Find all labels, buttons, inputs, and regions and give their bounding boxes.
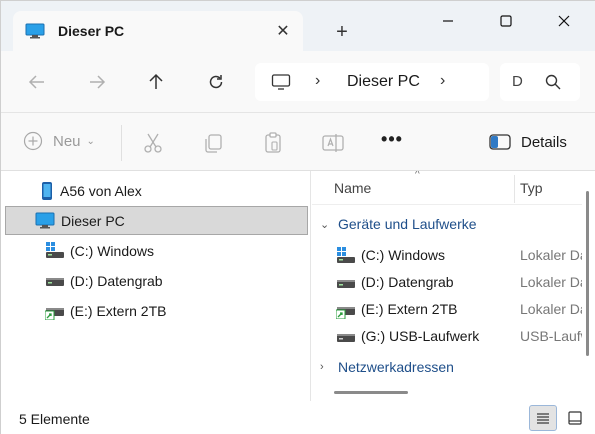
group-header-label: Netzwerkadressen [338,359,454,375]
item-type: Lokaler Datenträger [520,247,582,263]
sidebar-item-e-drive[interactable]: (E:) Extern 2TB [5,296,308,325]
sidebar-item-label: (C:) Windows [70,242,155,259]
windows-drive-icon [337,247,355,263]
sort-indicator-icon: ^ [415,171,420,180]
tab-close-icon[interactable]: ✕ [271,19,295,43]
new-button[interactable]: Neu ⌄ [23,131,95,151]
search-icon [545,74,561,90]
minimize-icon [443,20,453,22]
shared-drive-icon [45,307,64,320]
sidebar-item-label: Dieser PC [61,212,125,229]
group-header-drives[interactable]: ⌄ Geräte und Laufwerke [320,216,477,232]
windows-drive-icon [46,241,64,258]
file-explorer-window: Dieser PC ✕ + › Dieser PC › D Neu ⌄ ••• … [0,0,595,434]
close-icon [558,15,570,27]
refresh-button[interactable] [200,67,232,97]
tiles-view-icon [568,411,582,425]
copy-icon[interactable] [201,131,225,155]
title-bar: Dieser PC ✕ + [1,1,595,51]
tab-title: Dieser PC [58,23,125,39]
plus-circle-icon [23,131,43,151]
vertical-scrollbar[interactable] [582,171,595,401]
sidebar-item-label: (E:) Extern 2TB [70,302,167,319]
group-header-label: Geräte und Laufwerke [338,216,477,232]
breadcrumb-separator[interactable]: › [440,72,445,90]
new-tab-button[interactable]: + [327,19,357,45]
item-type: USB-Laufwerk [520,328,582,344]
command-divider [121,125,122,161]
sidebar-item-d-drive[interactable]: (D:) Datengrab [5,266,308,295]
horizontal-scrollbar[interactable] [334,391,408,394]
item-name: (E:) Extern 2TB [361,301,458,317]
search-box[interactable]: D [500,63,580,101]
chevron-down-icon: ⌄ [86,135,95,147]
maximize-icon [500,15,512,27]
item-count: 5 Elemente [19,411,90,427]
tiles-view-button[interactable] [561,405,589,431]
chevron-down-icon: ⌄ [320,218,330,231]
details-label: Details [521,133,567,151]
monitor-icon [25,23,45,39]
sidebar-item-c-drive[interactable]: (C:) Windows [5,236,308,265]
sidebar-item-dieser-pc[interactable]: Dieser PC [5,206,308,235]
more-options-button[interactable]: ••• [379,129,405,153]
arrow-right-icon [90,75,106,89]
monitor-icon [35,212,55,228]
computer-outline-icon [271,74,291,90]
address-bar[interactable]: › Dieser PC › [255,63,489,101]
sidebar-item-label: (D:) Datengrab [70,272,163,289]
item-type: Lokaler Datenträger [520,301,582,317]
details-pane-button[interactable]: Details [489,133,567,151]
arrow-up-icon [149,73,163,89]
shared-drive-icon [336,307,355,319]
group-header-network[interactable]: › Netzwerkadressen [320,359,454,375]
paste-icon[interactable] [261,131,285,155]
column-header-row: Name ^ Typ [312,171,582,205]
item-name: (D:) Datengrab [361,274,454,290]
details-pane-icon [489,134,511,150]
column-divider[interactable] [514,175,515,203]
list-view-icon [537,413,549,424]
list-item-c-drive[interactable]: (C:) Windows Lokaler Datenträger [312,242,582,269]
status-bar: 5 Elemente [1,401,595,434]
usb-drive-icon [337,334,355,342]
details-view-button[interactable] [529,405,557,431]
minimize-button[interactable] [428,7,468,35]
column-header-type[interactable]: Typ [520,180,543,196]
up-button[interactable] [140,67,172,97]
item-name: (C:) Windows [361,247,446,263]
drive-icon [46,277,64,286]
command-bar: Neu ⌄ ••• Details [1,113,595,171]
refresh-icon [209,75,223,89]
search-input[interactable]: D [512,73,524,90]
arrow-left-icon [28,75,44,89]
drive-icon [337,280,355,288]
rename-icon[interactable] [321,131,345,155]
cut-icon[interactable] [141,131,165,155]
file-list: Name ^ Typ ⌄ Geräte und Laufwerke (C:) W… [312,171,582,401]
close-window-button[interactable] [544,7,584,35]
navigation-pane: A56 von Alex Dieser PC (C:) Windows (D:)… [1,171,311,401]
phone-icon [42,181,52,200]
navigation-bar: › Dieser PC › D [1,51,595,113]
sidebar-item-phone[interactable]: A56 von Alex [5,176,308,205]
maximize-button[interactable] [486,7,526,35]
list-item-d-drive[interactable]: (D:) Datengrab Lokaler Datenträger [312,269,582,296]
tab-dieser-pc[interactable]: Dieser PC ✕ [13,11,303,51]
column-header-name[interactable]: Name [334,180,371,196]
sidebar-item-label: A56 von Alex [60,182,142,199]
breadcrumb-dieser-pc[interactable]: Dieser PC [347,73,420,91]
list-item-g-drive[interactable]: (G:) USB-Laufwerk USB-Laufwerk [312,323,582,350]
back-button[interactable] [21,67,53,97]
breadcrumb-separator[interactable]: › [315,72,320,90]
item-type: Lokaler Datenträger [520,274,582,290]
vertical-scrollbar-thumb[interactable] [586,191,589,356]
new-button-label: Neu [53,132,81,150]
list-item-e-drive[interactable]: (E:) Extern 2TB Lokaler Datenträger [312,296,582,323]
chevron-right-icon: › [320,361,324,373]
forward-button[interactable] [81,67,113,97]
item-name: (G:) USB-Laufwerk [361,328,480,344]
